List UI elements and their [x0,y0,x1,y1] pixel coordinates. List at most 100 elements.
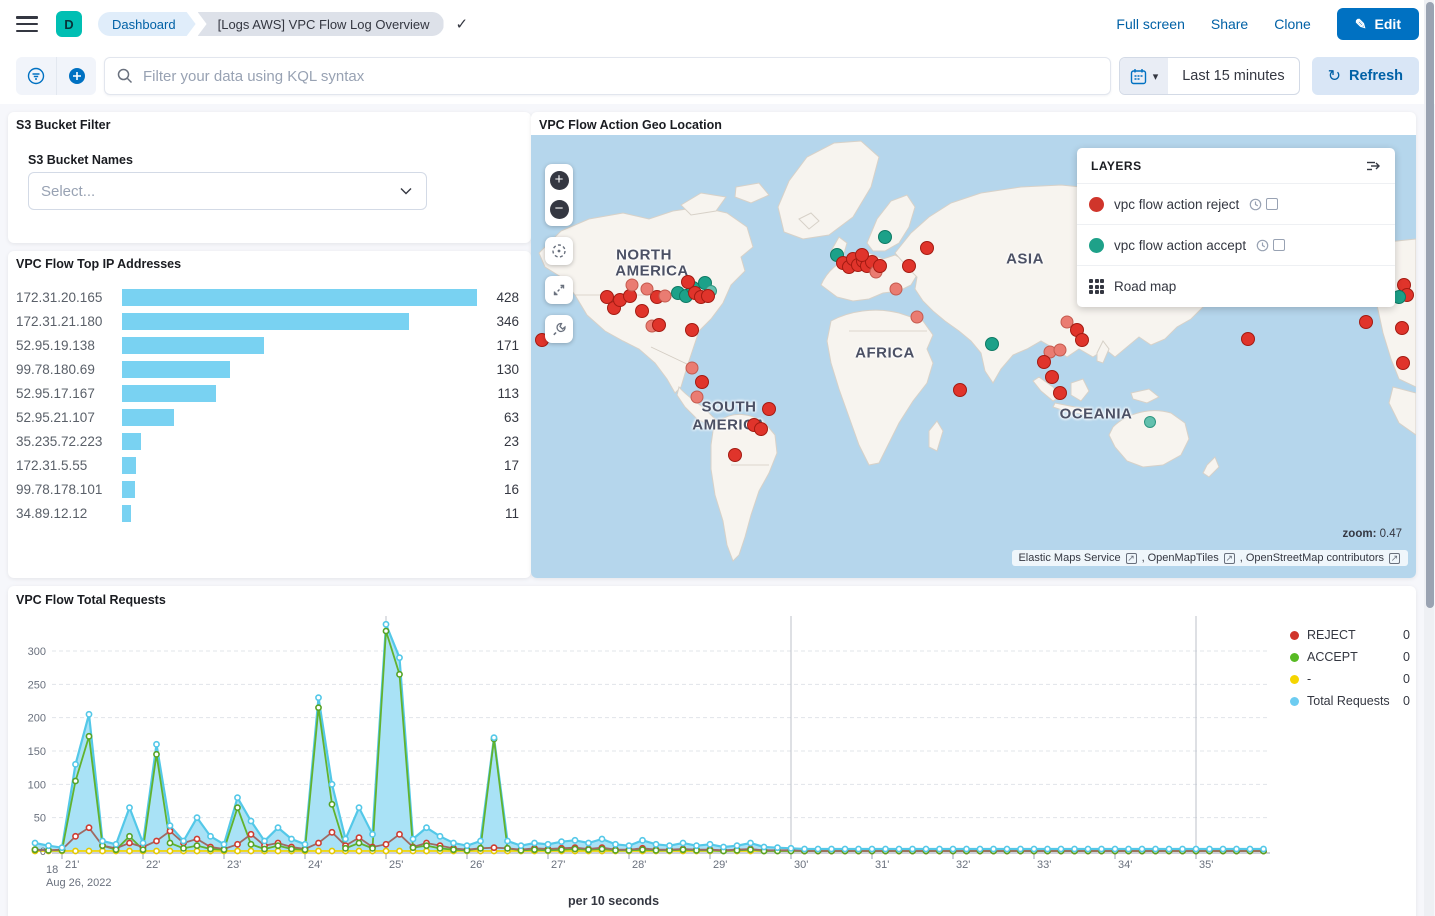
reject-geo-dot[interactable] [1241,332,1255,346]
svg-text:300: 300 [28,646,46,658]
reject-geo-dot[interactable] [890,283,903,296]
ip-address: 99.78.178.101 [16,482,122,497]
reject-geo-dot[interactable] [1395,321,1409,335]
reject-geo-dot[interactable] [855,248,869,262]
reject-geo-dot[interactable] [626,279,639,292]
svg-text:35': 35' [1199,859,1213,871]
measure-button[interactable] [545,276,573,304]
ip-bar [122,433,475,450]
zoom-in-button[interactable]: + [550,171,569,190]
accept-geo-dot[interactable] [1144,416,1156,428]
share-link[interactable]: Share [1211,16,1248,32]
reject-geo-dot[interactable] [701,289,715,303]
reject-geo-dot[interactable] [1053,386,1067,400]
calendar-menu-button[interactable]: ▾ [1120,58,1169,94]
reject-geo-dot[interactable] [652,318,666,332]
ip-count: 23 [475,434,519,449]
breadcrumb-dashboard[interactable]: Dashboard [98,12,196,36]
refresh-button[interactable]: ↻ Refresh [1312,57,1419,95]
ip-bar [122,337,475,354]
reject-geo-dot[interactable] [685,323,699,337]
legend-dot [1290,675,1299,684]
legend-value: 0 [1403,672,1410,686]
layer-checkbox[interactable] [1266,198,1278,210]
reject-geo-dot[interactable] [762,402,776,416]
layer-row-accept[interactable]: vpc flow action accept [1077,225,1395,266]
accept-geo-dot[interactable] [878,230,892,244]
svg-text:34': 34' [1118,859,1132,871]
legend-label: Total Requests [1307,694,1395,708]
reject-geo-dot[interactable] [920,241,934,255]
reject-geo-dot[interactable] [691,391,704,404]
reject-geo-dot[interactable] [953,383,967,397]
ip-bar [122,505,475,522]
menu-icon[interactable] [16,16,38,32]
svg-text:22': 22' [146,859,160,871]
zoom-out-button[interactable]: − [550,200,569,219]
reject-geo-dot[interactable] [695,375,709,389]
scrollbar-thumb[interactable] [1426,2,1434,608]
reject-geo-dot[interactable] [873,259,887,273]
legend-item[interactable]: REJECT0 [1290,624,1410,646]
reject-geo-dot[interactable] [911,311,924,324]
collapse-layers-icon[interactable] [1365,159,1381,173]
add-filter-button[interactable] [56,57,96,95]
svg-text:31': 31' [875,859,889,871]
attribution-link[interactable]: Elastic Maps Service [1018,552,1120,564]
reject-geo-dot[interactable] [1075,333,1089,347]
s3-bucket-names-label: S3 Bucket Names [28,153,133,167]
geo-location-panel: VPC Flow Action Geo Location [531,112,1416,578]
deployment-logo[interactable]: D [56,11,82,37]
layers-panel: LAYERS vpc flow action reject [1077,148,1395,307]
ip-count: 113 [475,386,519,401]
legend-value: 0 [1403,628,1410,642]
time-range-button[interactable]: Last 15 minutes [1168,68,1298,84]
reject-geo-dot[interactable] [1037,355,1051,369]
reject-geo-dot[interactable] [1359,315,1373,329]
reject-geo-dot[interactable] [902,259,916,273]
chevron-down-icon: ▾ [1153,70,1159,83]
attribution-link[interactable]: OpenMapTiles [1148,552,1219,564]
s3-bucket-filter-panel: S3 Bucket Filter S3 Bucket Names Select.… [8,112,531,243]
panel-title: VPC Flow Action Geo Location [539,118,722,132]
ip-count: 63 [475,410,519,425]
ip-row: 52.95.21.10763 [8,405,531,429]
ip-count: 130 [475,362,519,377]
accept-geo-dot[interactable] [985,337,999,351]
attribution-link[interactable]: OpenStreetMap contributors [1246,552,1384,564]
ip-bar [122,481,475,498]
legend-item[interactable]: Total Requests0 [1290,690,1410,712]
layer-row-roadmap[interactable]: Road map [1077,266,1395,307]
layer-checkbox[interactable] [1273,239,1285,251]
search-icon [117,68,133,84]
full-screen-link[interactable]: Full screen [1116,16,1184,32]
filter-set-button[interactable] [16,57,56,95]
reject-geo-dot[interactable] [641,283,654,296]
set-view-button[interactable] [545,237,573,265]
reject-geo-dot[interactable] [635,304,649,318]
reject-geo-dot[interactable] [1396,356,1410,370]
legend-item[interactable]: ACCEPT0 [1290,646,1410,668]
breadcrumb-current[interactable]: [Logs AWS] VPC Flow Log Overview [198,12,444,36]
wrench-icon [551,321,568,338]
kql-query-input[interactable] [143,68,1098,85]
top-nav: D Dashboard [Logs AWS] VPC Flow Log Over… [0,0,1435,48]
reject-geo-dot[interactable] [686,362,699,375]
s3-bucket-select[interactable]: Select... [28,172,427,210]
svg-text:26': 26' [470,859,484,871]
reject-geo-dot[interactable] [754,422,768,436]
ip-bar [122,409,475,426]
edit-button[interactable]: ✎ Edit [1337,8,1419,40]
reject-geo-dot[interactable] [659,290,672,303]
world-map[interactable]: NORTHAMERICASOUTHAMERICAAFRICAASIAOCEANI… [531,135,1416,578]
continent-label: NORTH [616,247,672,264]
reject-geo-dot[interactable] [1054,344,1067,357]
reject-geo-dot[interactable] [1045,370,1059,384]
layer-row-reject[interactable]: vpc flow action reject [1077,184,1395,225]
clone-link[interactable]: Clone [1274,16,1311,32]
ip-count: 428 [475,290,519,305]
legend-item[interactable]: -0 [1290,668,1410,690]
tools-button[interactable] [545,315,573,343]
reject-geo-dot[interactable] [728,448,742,462]
svg-text:33': 33' [1037,859,1051,871]
